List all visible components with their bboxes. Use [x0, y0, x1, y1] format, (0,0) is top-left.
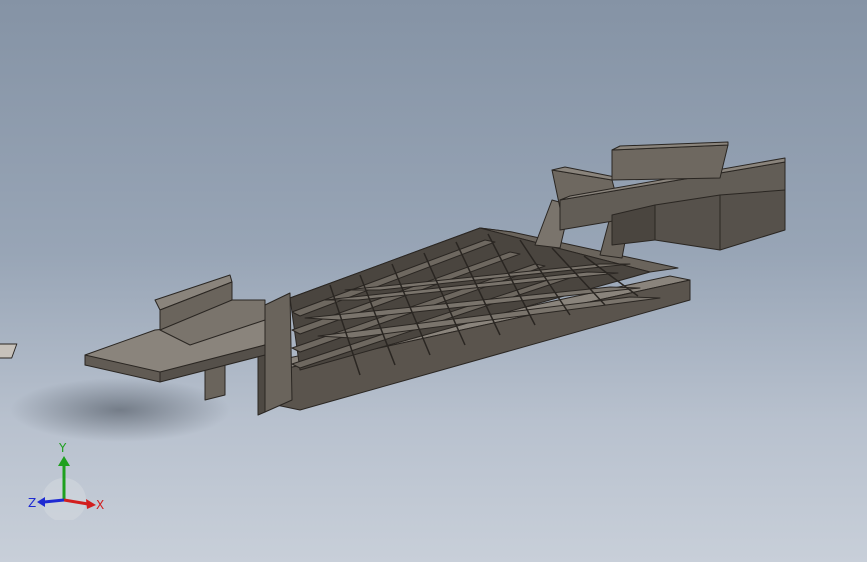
x-axis-label: X: [96, 498, 104, 512]
axis-triad: Y X Z: [28, 441, 104, 520]
z-axis-arrow: [37, 497, 45, 507]
front-end-plate: [264, 292, 293, 413]
graphics-viewport[interactable]: Y X Z: [0, 0, 867, 562]
outrigger-web-b: [719, 189, 786, 251]
x-axis-arrow: [86, 499, 96, 509]
z-axis-line: [43, 498, 65, 504]
trailer-frame-model[interactable]: [0, 0, 867, 562]
z-axis-label: Z: [28, 496, 36, 510]
outrigger-web-a: [654, 194, 721, 251]
model-shadow: [10, 378, 230, 442]
kingpin-plate: [0, 343, 18, 359]
y-axis-label: Y: [58, 441, 67, 455]
outrigger-beam-2: [611, 144, 729, 181]
y-axis-arrow: [58, 456, 70, 466]
rear-outriggers[interactable]: [534, 141, 786, 259]
